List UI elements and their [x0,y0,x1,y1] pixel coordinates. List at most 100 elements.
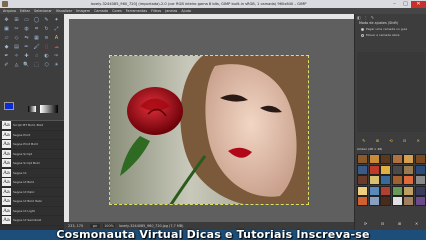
close-button[interactable]: ✕ [411,0,426,8]
font-list-item[interactable]: Aa Segoe Script Bold [0,159,64,169]
pattern-tool-icon-3[interactable]: ✕ [415,221,418,226]
font-list-item[interactable]: Aa Segoe UI Semibold [0,216,64,226]
pattern-swatch[interactable] [414,185,426,196]
pattern-swatch[interactable] [380,164,392,175]
blend-icon[interactable]: ▤ [12,43,21,51]
pattern-swatch[interactable] [403,164,415,175]
pattern-swatch[interactable] [414,196,426,207]
paths-icon[interactable]: ✑ [52,52,61,60]
pattern-swatch[interactable] [368,164,380,175]
menu-item-3[interactable]: Visualizar [56,9,72,13]
rect-select-icon[interactable]: ▭ [22,16,31,24]
pattern-swatch[interactable] [357,164,368,175]
align-icon[interactable]: ⊞ [12,16,21,24]
option-move-active[interactable]: Mover a camada ativa [355,33,426,37]
pattern-swatch[interactable] [368,154,380,164]
dock-tab-1[interactable]: ⋮ [364,15,368,20]
cage-icon[interactable]: ▦ [32,34,41,42]
radio-on-icon[interactable] [361,27,364,31]
pattern-tool-icon-2[interactable]: ⊞ [398,221,401,226]
scissors-icon[interactable]: ✂ [12,25,21,33]
image-layer[interactable] [109,55,309,205]
dock-button-2[interactable]: ⟲ [389,138,392,144]
font-list-item[interactable]: Aa Segoe UI Italic [0,187,64,197]
menu-item-6[interactable]: Cores [112,9,122,13]
handle-transform-icon[interactable]: ⬡ [42,61,51,69]
pattern-swatch[interactable] [414,164,426,175]
airbrush-icon[interactable]: ☁ [52,43,61,51]
font-list-item[interactable]: Aa Segoe UI Bold Italic [0,197,64,207]
pattern-tool-icon-1[interactable]: ⊟ [381,221,384,226]
pattern-swatch[interactable] [380,185,392,196]
dock-tab-2[interactable]: ✎ [371,15,374,20]
crop-icon[interactable]: ⌗ [32,25,41,33]
font-list-item[interactable]: Aa Script MT Bold, Bold [0,121,64,131]
pattern-swatch[interactable] [368,196,380,207]
eraser-icon[interactable]: ▯ [42,43,51,51]
pattern-swatch[interactable] [357,175,368,186]
radio-off-icon[interactable] [361,33,364,37]
dock-button-0[interactable]: ✎ [362,138,365,144]
pattern-swatch[interactable] [391,154,403,164]
foreground-select-icon[interactable]: ◍ [22,25,31,33]
font-list-item[interactable]: Aa Segoe Print [0,130,64,140]
dock-button-3[interactable]: ⊟ [403,138,406,144]
move-icon[interactable]: ✥ [2,16,11,24]
menu-item-4[interactable]: Imagem [76,9,90,13]
scale-icon[interactable]: ⤢ [52,25,61,33]
clone-icon[interactable]: ✧ [12,52,21,60]
measure-icon[interactable]: ◬ [12,61,21,69]
color-picker-icon[interactable]: ✐ [2,61,11,69]
canvas[interactable] [69,19,354,222]
menu-item-10[interactable]: Ajuda [181,9,191,13]
default-colors-icon[interactable] [28,106,36,112]
pattern-swatch[interactable] [391,164,403,175]
shear-icon[interactable]: ▱ [2,34,11,42]
color-select-icon[interactable]: ▣ [2,25,11,33]
menu-item-0[interactable]: Arquivo [3,9,16,13]
color-swatches[interactable] [4,102,18,114]
free-select-icon[interactable]: ✎ [42,16,51,24]
minimize-button[interactable]: – [389,1,400,8]
pencil-icon[interactable]: ✏ [22,43,31,51]
pattern-swatch[interactable] [368,175,380,186]
pattern-swatch[interactable] [391,185,403,196]
font-list-item[interactable]: Aa Segoe Print Bold [0,140,64,150]
paintbrush-icon[interactable]: 🖌 [32,43,41,51]
pattern-swatch[interactable] [368,185,380,196]
pattern-swatch[interactable] [403,154,415,164]
menu-item-9[interactable]: Janelas [165,9,177,13]
menu-item-8[interactable]: Filtros [151,9,161,13]
pattern-swatch[interactable] [391,175,403,186]
bucket-fill-icon[interactable]: ◆ [2,43,11,51]
perspective-icon[interactable]: ◇ [12,34,21,42]
smudge-icon[interactable]: ☝ [32,52,41,60]
font-list-item[interactable]: Aa Segoe UI Light [0,206,64,216]
pattern-tool-icon-0[interactable]: ⟳ [364,221,367,226]
pattern-swatch[interactable] [391,196,403,207]
text-icon[interactable]: A [52,34,61,42]
pattern-swatch[interactable] [357,185,368,196]
pattern-swatch[interactable] [414,175,426,186]
ink-icon[interactable]: ✒ [2,52,11,60]
menu-item-2[interactable]: Selecionar [34,9,52,13]
ellipse-select-icon[interactable]: ◯ [32,16,41,24]
pattern-swatch[interactable] [357,154,368,164]
menu-item-1[interactable]: Editar [20,9,30,13]
font-list-item[interactable]: Aa Segoe Script [0,149,64,159]
menu-item-5[interactable]: Camada [94,9,108,13]
menu-item-7[interactable]: Ferramentas [126,9,147,13]
dock-button-1[interactable]: ⊞ [376,138,379,144]
font-list-item[interactable]: Aa Segoe UI [0,168,64,178]
pattern-swatch[interactable] [380,175,392,186]
dock-button-4[interactable]: ✕ [416,138,419,144]
pattern-swatch[interactable] [380,154,392,164]
dodge-icon[interactable]: ◐ [42,52,51,60]
gradient-preview[interactable] [40,105,58,113]
unified-transform-icon[interactable]: ⬚ [32,61,41,69]
dock-tab-0[interactable]: ◧ [357,15,361,20]
heal-icon[interactable]: ✚ [22,52,31,60]
pattern-swatch[interactable] [403,196,415,207]
pattern-swatch[interactable] [380,196,392,207]
foreground-color[interactable] [4,102,14,110]
